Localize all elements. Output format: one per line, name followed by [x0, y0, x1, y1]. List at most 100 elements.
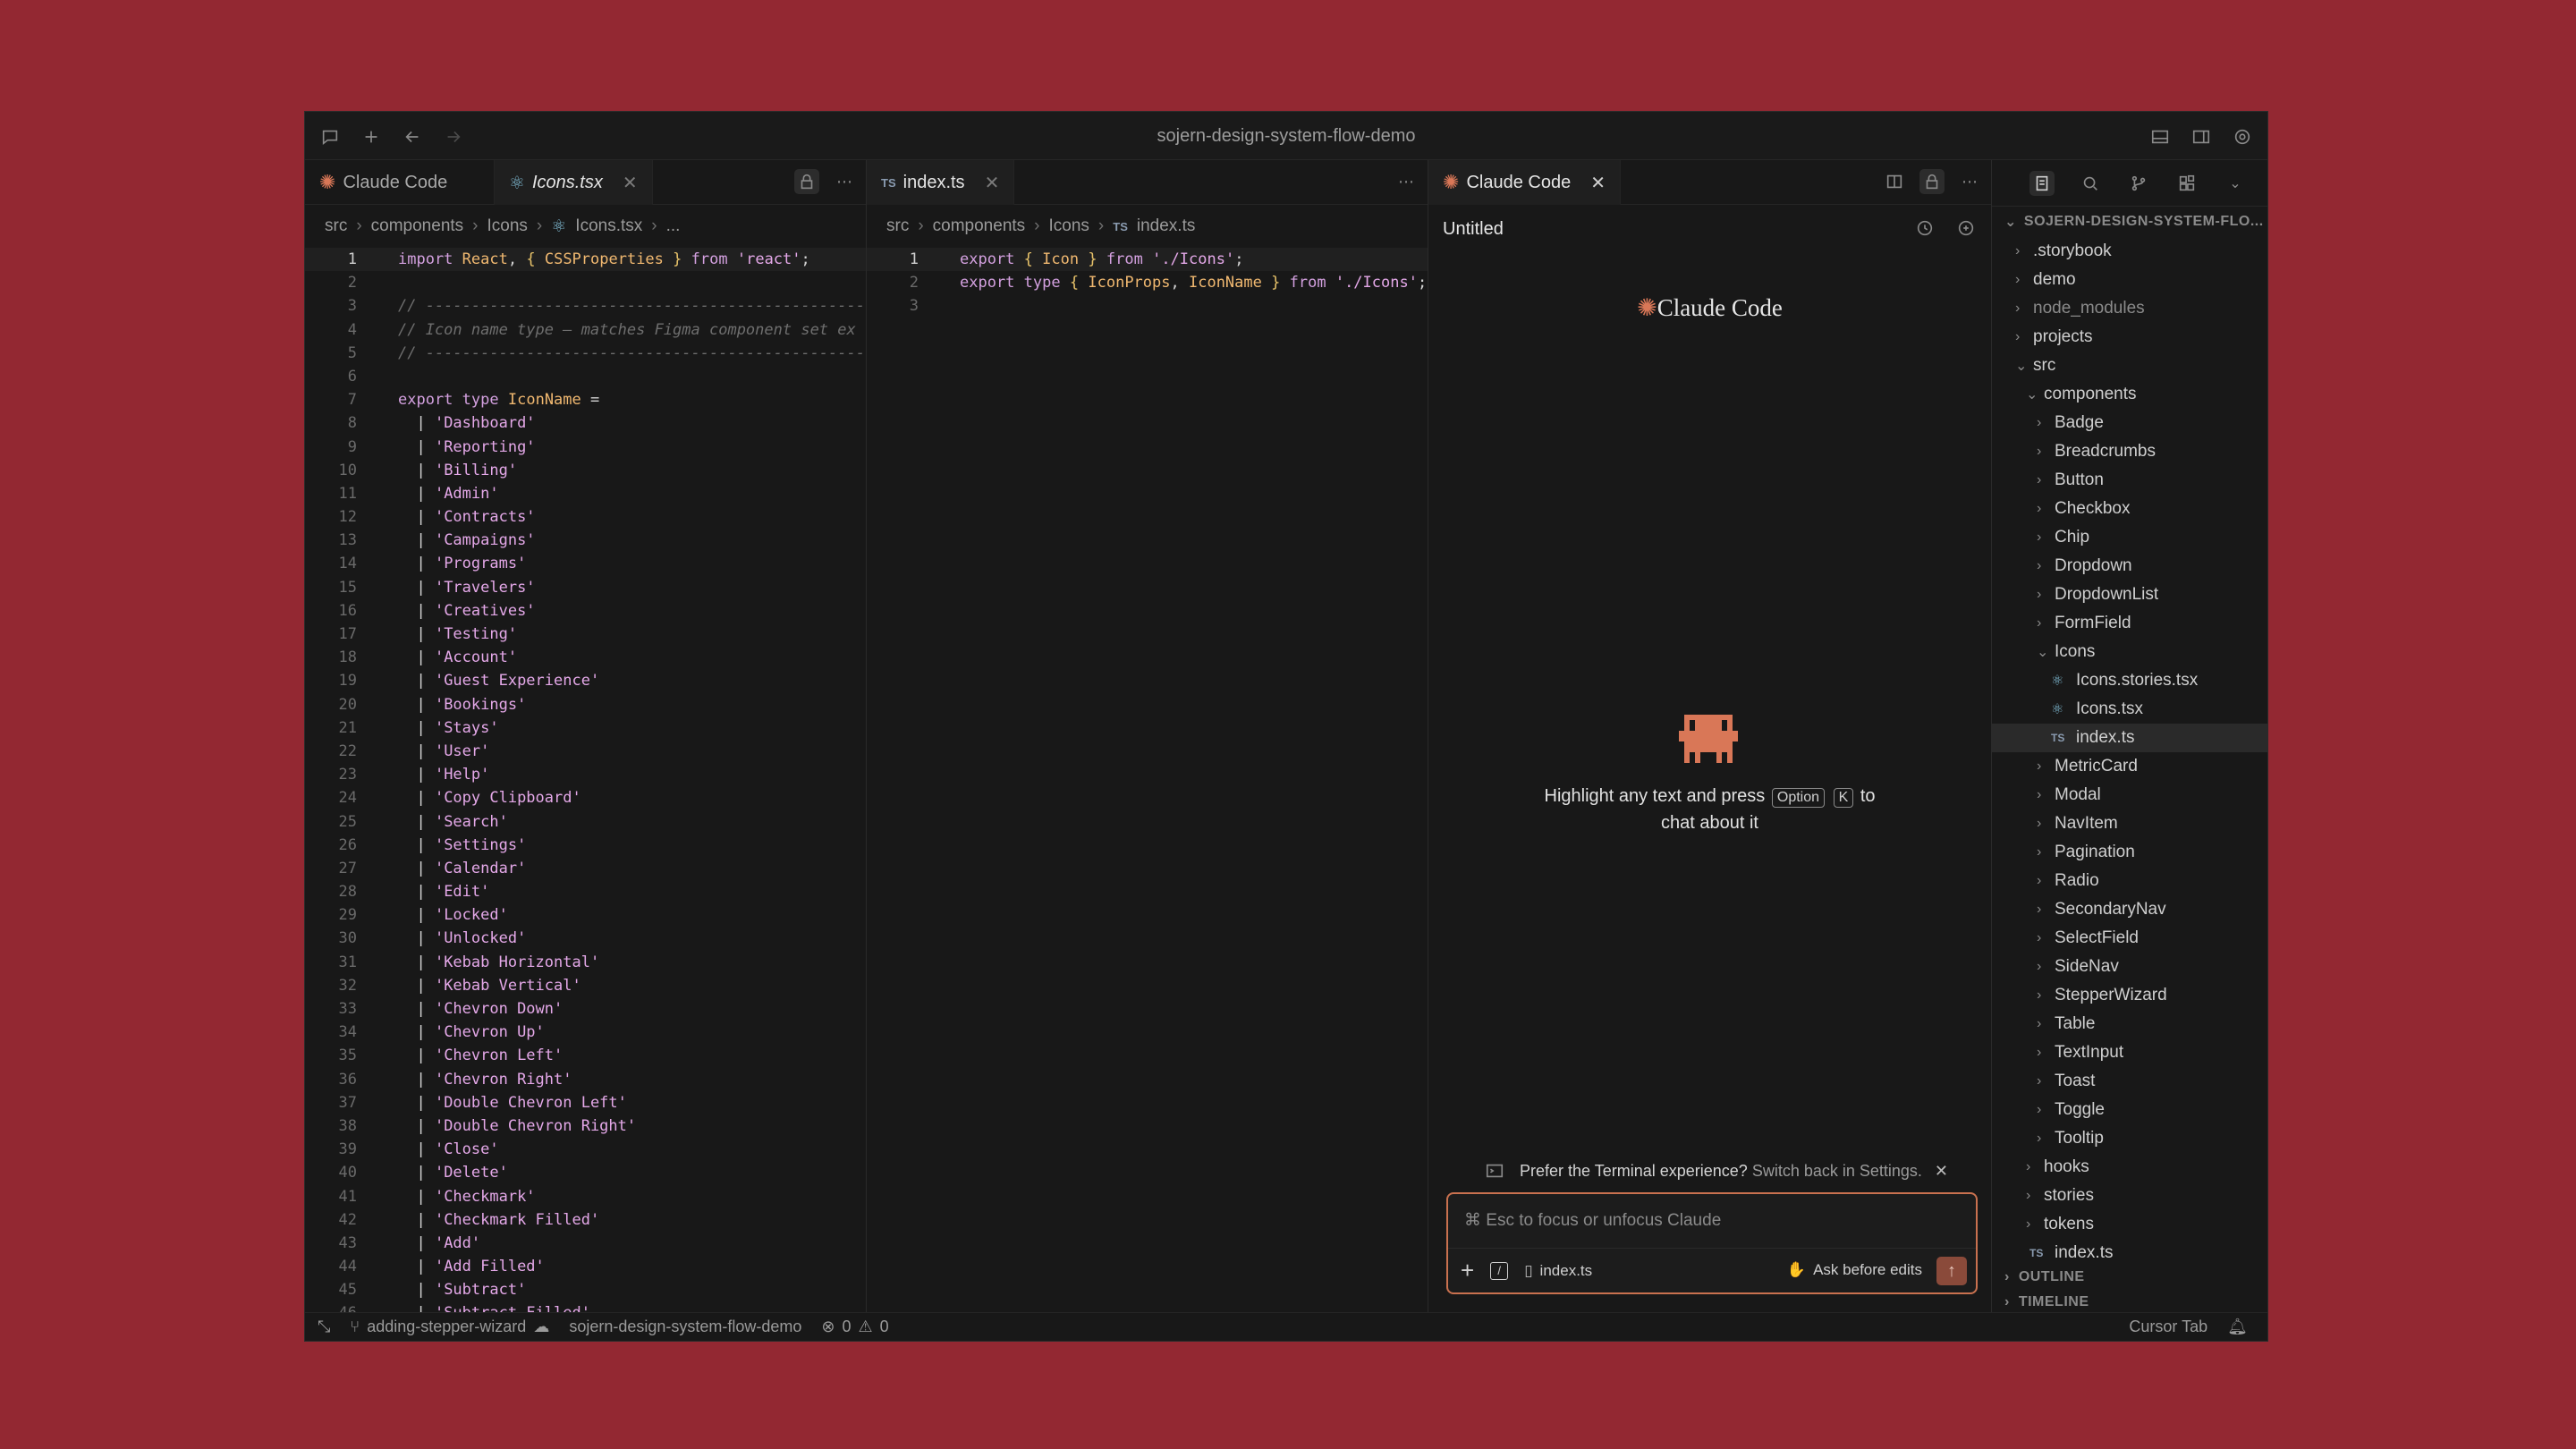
file-item[interactable]: ⚛ Icons.stories.tsx: [1992, 666, 2267, 695]
code-line[interactable]: 43 | 'Add': [305, 1232, 866, 1255]
folder-item[interactable]: › Toast: [1992, 1067, 2267, 1096]
cursor-tab-status[interactable]: Cursor Tab: [2129, 1318, 2207, 1336]
code-line[interactable]: 38 | 'Double Chevron Right': [305, 1114, 866, 1138]
code-line[interactable]: 37 | 'Double Chevron Left': [305, 1091, 866, 1114]
file-item[interactable]: TS index.ts: [1992, 724, 2267, 752]
code-line[interactable]: 26 | 'Settings': [305, 834, 866, 857]
code-line[interactable]: 35 | 'Chevron Left': [305, 1044, 866, 1067]
folder-item[interactable]: › FormField: [1992, 609, 2267, 638]
send-button[interactable]: ↑: [1936, 1257, 1967, 1285]
code-line[interactable]: 41 | 'Checkmark': [305, 1185, 866, 1208]
code-line[interactable]: 5 // ------------------------------------…: [305, 342, 866, 365]
code-line[interactable]: 1 import React, { CSSProperties } from 'r…: [305, 248, 866, 272]
code-line[interactable]: 19 | 'Guest Experience': [305, 669, 866, 692]
breadcrumb-item[interactable]: Icons.tsx: [575, 216, 642, 236]
panel-bottom-icon[interactable]: [2148, 124, 2173, 149]
folder-item[interactable]: ⌄ components: [1992, 380, 2267, 409]
more-actions-icon[interactable]: ⋯: [1957, 169, 1982, 194]
code-line[interactable]: 3 // ------------------------------------…: [305, 294, 866, 318]
explorer-root[interactable]: ⌄ SOJERN-DESIGN-SYSTEM-FLO...: [1992, 207, 2267, 237]
code-line[interactable]: 36 | 'Chevron Right': [305, 1068, 866, 1091]
bell-icon[interactable]: 🔔︎: [2227, 1318, 2248, 1336]
folder-item[interactable]: › .storybook: [1992, 237, 2267, 266]
close-icon[interactable]: ✕: [985, 172, 1000, 194]
prompt-input[interactable]: ⌘ Esc to focus or unfocus Claude + / ▯ i…: [1446, 1192, 1978, 1294]
code-line[interactable]: 39 | 'Close': [305, 1138, 866, 1161]
code-line[interactable]: 13 | 'Campaigns': [305, 529, 866, 552]
code-line[interactable]: 16 | 'Creatives': [305, 599, 866, 623]
code-line[interactable]: 27 | 'Calendar': [305, 857, 866, 880]
code-line[interactable]: 24 | 'Copy Clipboard': [305, 786, 866, 809]
code-line[interactable]: 2: [305, 271, 866, 294]
timeline-section[interactable]: › TIMELINE: [1992, 1289, 2267, 1314]
code-line[interactable]: 1 export { Icon } from './Icons';: [867, 248, 1428, 272]
breadcrumb-item[interactable]: index.ts: [1137, 216, 1195, 236]
folder-item[interactable]: › Pagination: [1992, 838, 2267, 867]
lock-icon[interactable]: [794, 169, 819, 194]
code-line[interactable]: 28 | 'Edit': [305, 880, 866, 903]
file-item[interactable]: ⚛ Icons.tsx: [1992, 695, 2267, 724]
code-line[interactable]: 44 | 'Add Filled': [305, 1255, 866, 1278]
folder-item[interactable]: › SecondaryNav: [1992, 895, 2267, 924]
folder-item[interactable]: › tokens: [1992, 1210, 2267, 1239]
tab-icons-tsx[interactable]: ⚛ Icons.tsx ✕: [495, 160, 653, 205]
code-line[interactable]: 34 | 'Chevron Up': [305, 1021, 866, 1044]
search-icon[interactable]: [2078, 171, 2103, 196]
add-context-icon[interactable]: +: [1461, 1257, 1474, 1284]
folder-item[interactable]: › hooks: [1992, 1153, 2267, 1182]
split-editor-icon[interactable]: [1882, 169, 1907, 194]
breadcrumb-item[interactable]: Icons: [1049, 216, 1089, 236]
lock-icon[interactable]: [1919, 169, 1945, 194]
folder-item[interactable]: ⌄ src: [1992, 352, 2267, 380]
folder-item[interactable]: › demo: [1992, 266, 2267, 294]
panel-right-icon[interactable]: [2189, 124, 2214, 149]
code-line[interactable]: 40 | 'Delete': [305, 1161, 866, 1184]
breadcrumb-item[interactable]: src: [325, 216, 347, 236]
code-line[interactable]: 17 | 'Testing': [305, 623, 866, 646]
files-icon[interactable]: [2029, 170, 2055, 196]
more-actions-icon[interactable]: ⋯: [832, 169, 857, 194]
code-line[interactable]: 3: [867, 294, 1428, 318]
breadcrumb-item[interactable]: ...: [666, 216, 681, 236]
code-line[interactable]: 30 | 'Unlocked': [305, 927, 866, 950]
breadcrumb-item[interactable]: components: [933, 216, 1026, 236]
settings-gear-icon[interactable]: [2230, 124, 2255, 149]
folder-item[interactable]: › MetricCard: [1992, 752, 2267, 781]
outline-section[interactable]: › OUTLINE: [1992, 1264, 2267, 1291]
folder-item[interactable]: › SideNav: [1992, 953, 2267, 981]
problems-indicator[interactable]: ⊗ 0 ⚠ 0: [821, 1318, 888, 1336]
folder-item[interactable]: › Table: [1992, 1010, 2267, 1038]
code-line[interactable]: 33 | 'Chevron Down': [305, 997, 866, 1021]
settings-link[interactable]: Switch back in Settings.: [1752, 1162, 1922, 1180]
close-icon[interactable]: ✕: [1590, 172, 1606, 194]
code-line[interactable]: 25 | 'Search': [305, 810, 866, 834]
code-line[interactable]: 8 | 'Dashboard': [305, 411, 866, 435]
more-actions-icon[interactable]: ⋯: [1394, 169, 1419, 194]
code-line[interactable]: 23 | 'Help': [305, 763, 866, 786]
close-icon[interactable]: ✕: [623, 172, 638, 194]
folder-item[interactable]: › DropdownList: [1992, 580, 2267, 609]
code-line[interactable]: 9 | 'Reporting': [305, 436, 866, 459]
extensions-icon[interactable]: [2174, 171, 2199, 196]
folder-item[interactable]: › Tooltip: [1992, 1124, 2267, 1153]
code-line[interactable]: 15 | 'Travelers': [305, 576, 866, 599]
remote-icon[interactable]: ⤡: [318, 1318, 330, 1336]
folder-item[interactable]: › node_modules: [1992, 294, 2267, 323]
code-line[interactable]: 45 | 'Subtract': [305, 1278, 866, 1301]
code-line[interactable]: 6: [305, 365, 866, 388]
breadcrumb-item[interactable]: Icons: [487, 216, 528, 236]
folder-item[interactable]: › Checkbox: [1992, 495, 2267, 523]
code-line[interactable]: 42 | 'Checkmark Filled': [305, 1208, 866, 1232]
code-line[interactable]: 32 | 'Kebab Vertical': [305, 974, 866, 997]
folder-item[interactable]: › Radio: [1992, 867, 2267, 895]
code-line[interactable]: 2 export type { IconProps, IconName } fro…: [867, 271, 1428, 294]
folder-item[interactable]: › Button: [1992, 466, 2267, 495]
code-line[interactable]: 31 | 'Kebab Horizontal': [305, 951, 866, 974]
folder-item[interactable]: › Badge: [1992, 409, 2267, 437]
code-line[interactable]: 7 export type IconName =: [305, 388, 866, 411]
file-context-chip[interactable]: ▯ index.ts: [1524, 1262, 1592, 1280]
code-line[interactable]: 4 // Icon name type — matches Figma compo…: [305, 318, 866, 342]
folder-item[interactable]: › Chip: [1992, 523, 2267, 552]
branch-indicator[interactable]: ⑂ adding-stepper-wizard ☁: [350, 1318, 549, 1336]
code-editor[interactable]: 1 import React, { CSSProperties } from 'r…: [305, 248, 866, 1314]
